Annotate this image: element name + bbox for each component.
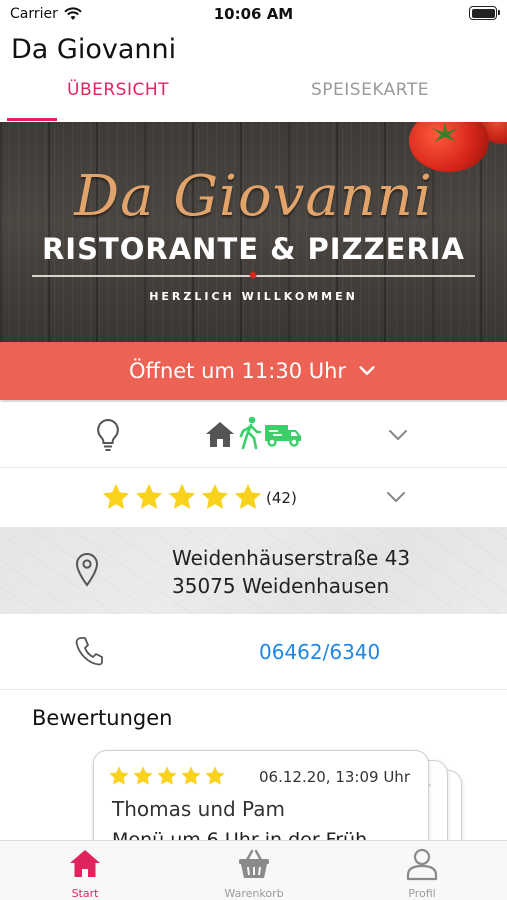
battery-icon [469, 6, 500, 20]
review-author: Thomas und Pam [112, 797, 285, 821]
tab-uebersicht[interactable]: ÜBERSICHT [67, 80, 169, 100]
star-icon [234, 483, 262, 509]
banner-welcome: HERZLICH WILLKOMMEN [149, 290, 358, 303]
star-icon [102, 483, 130, 509]
tab-speisekarte[interactable]: SPEISEKARTE [311, 80, 429, 100]
phone-row: 06462/6340 [0, 614, 507, 690]
banner-subtitle: RISTORANTE & PIZZERIA [41, 232, 466, 266]
tabbar-start-label: Start [71, 887, 99, 900]
walking-person-icon [239, 416, 262, 450]
banner-divider-dot [248, 270, 258, 280]
map-pin-icon [75, 552, 99, 587]
star-icon [135, 483, 163, 509]
house-icon [206, 422, 234, 447]
home-icon [70, 850, 100, 877]
services-row[interactable] [0, 402, 507, 468]
chevron-down-icon [359, 366, 375, 375]
address-street: Weidenhäuserstraße 43 [172, 546, 411, 570]
bottom-tab-bar: Start Warenkorb Profil [0, 840, 507, 900]
person-icon [406, 848, 438, 881]
review-stars [108, 765, 226, 787]
address-city: 35075 Weidenhausen [172, 574, 390, 598]
rating-stars [101, 482, 263, 512]
tabbar-profil-label: Profil [408, 887, 436, 900]
opening-hours-label: Öffnet um 11:30 Uhr [128, 359, 347, 383]
tabbar-warenkorb[interactable]: Warenkorb [204, 841, 304, 900]
star-icon [201, 483, 229, 509]
rating-row[interactable]: (42) [0, 468, 507, 528]
chevron-down-icon[interactable] [386, 423, 410, 447]
reviews-heading: Bewertungen [32, 706, 173, 730]
tabbar-profil[interactable]: Profil [372, 841, 472, 900]
banner-script-title: Da Giovanni [74, 164, 433, 229]
star-icon [181, 766, 201, 785]
delivery-truck-icon [265, 425, 301, 447]
star-icon [109, 766, 129, 785]
star-icon [205, 766, 225, 785]
status-bar: Carrier 10:06 AM [0, 0, 507, 30]
phone-icon [75, 637, 103, 666]
star-icon [168, 483, 196, 509]
tabbar-start[interactable]: Start [35, 841, 135, 900]
review-date: 06.12.20, 13:09 Uhr [259, 768, 410, 786]
active-tab-indicator [7, 118, 57, 121]
tomato-stem-decoration [432, 122, 458, 142]
tabbar-warenkorb-label: Warenkorb [224, 887, 284, 900]
opening-hours-toggle[interactable]: Öffnet um 11:30 Uhr [0, 342, 507, 400]
status-time: 10:06 AM [213, 5, 294, 23]
rating-count: (42) [266, 489, 297, 507]
page-title: Da Giovanni [11, 34, 177, 65]
lightbulb-icon [97, 418, 119, 451]
chevron-down-icon[interactable] [384, 485, 408, 509]
phone-number-link[interactable]: 06462/6340 [259, 640, 380, 664]
basket-icon [239, 849, 269, 878]
star-icon [133, 766, 153, 785]
address-row[interactable]: Weidenhäuserstraße 43 35075 Weidenhausen [0, 528, 507, 614]
star-icon [157, 766, 177, 785]
segment-tabs: ÜBERSICHT SPEISEKARTE [0, 72, 507, 122]
restaurant-banner: Da Giovanni RISTORANTE & PIZZERIA HERZLI… [0, 122, 507, 342]
